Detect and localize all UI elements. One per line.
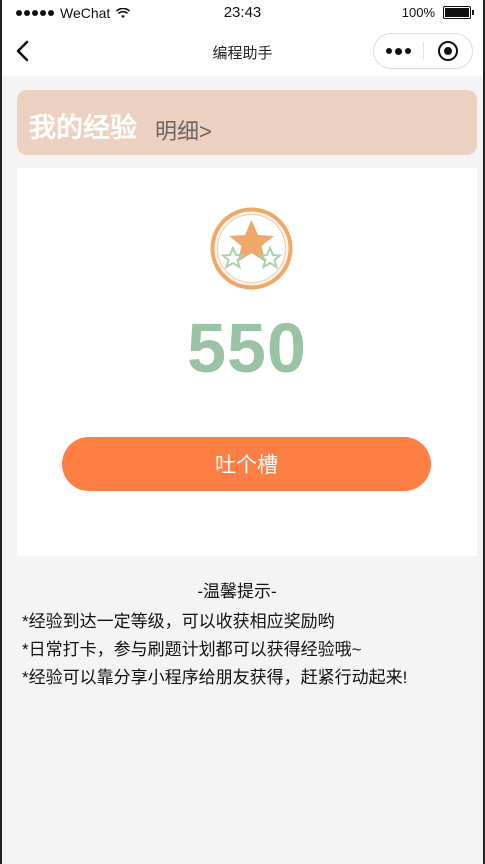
- complain-button[interactable]: 吐个槽: [62, 437, 431, 491]
- mini-program-capsule: [373, 33, 473, 69]
- detail-link[interactable]: 明细>: [155, 114, 212, 146]
- experience-header: 我的经验 明细>: [17, 90, 477, 155]
- battery-icon: [443, 6, 474, 19]
- status-bar: WeChat 23:43 100%: [2, 0, 483, 26]
- star-badge-icon: [210, 207, 293, 290]
- tips-section: -温馨提示- *经验到达一定等级，可以收获相应奖励哟 *日常打卡，参与刷题计划都…: [22, 577, 482, 692]
- tip-item: *经验可以靠分享小程序给朋友获得，赶紧行动起来!: [22, 668, 408, 687]
- experience-card: 550 吐个槽: [17, 168, 477, 556]
- target-icon: [437, 41, 458, 61]
- tip-item: *日常打卡，参与刷题计划都可以获得经验哦~: [22, 640, 362, 659]
- more-dots-icon[interactable]: [374, 34, 423, 68]
- phone-frame: WeChat 23:43 100% 编程助手 我的经验 明细> 550 吐个槽 …: [0, 0, 485, 864]
- nav-bar: 编程助手: [2, 26, 483, 76]
- tips-title: -温馨提示-: [197, 582, 277, 601]
- battery-percent: 100%: [401, 5, 435, 20]
- tip-item: *经验到达一定等级，可以收获相应奖励哟: [22, 612, 335, 631]
- experience-title: 我的经验: [29, 113, 137, 143]
- battery-status: 100%: [401, 5, 474, 20]
- close-program-button[interactable]: [423, 34, 472, 68]
- experience-value: 550: [187, 309, 307, 387]
